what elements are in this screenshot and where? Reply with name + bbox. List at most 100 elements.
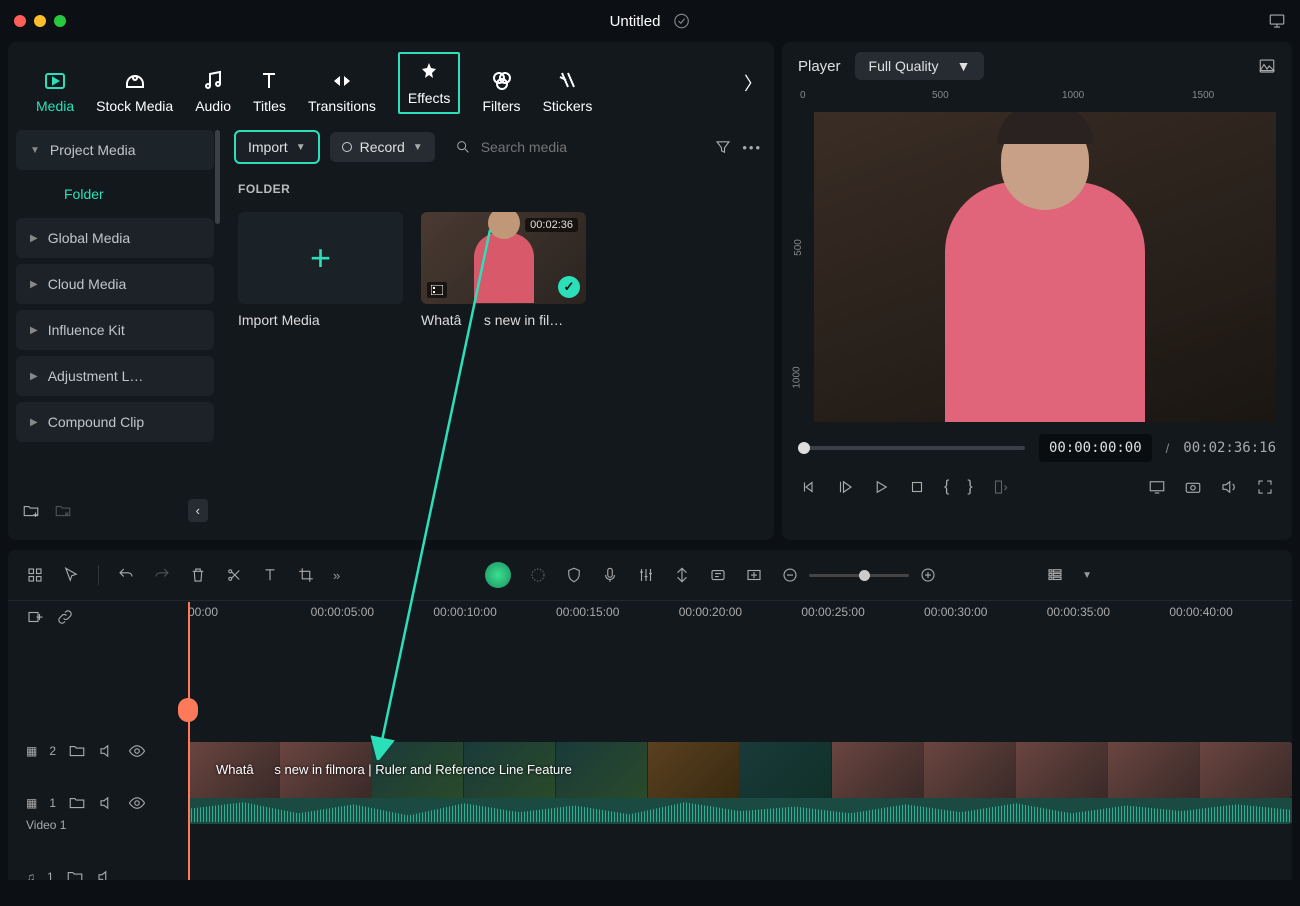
volume-icon[interactable] — [98, 742, 116, 760]
redo-icon[interactable] — [153, 566, 171, 584]
text-icon[interactable] — [261, 566, 279, 584]
tab-transitions[interactable]: Transitions — [308, 68, 376, 114]
mark-in-icon[interactable]: { — [944, 478, 949, 496]
maximize-window-button[interactable] — [54, 15, 66, 27]
quality-select[interactable]: Full Quality▼ — [855, 52, 985, 80]
tab-media[interactable]: Media — [36, 68, 74, 114]
record-icon — [342, 142, 352, 152]
mark-out-icon[interactable]: } — [967, 478, 972, 496]
audio-mixer-icon[interactable] — [637, 566, 655, 584]
minimize-window-button[interactable] — [34, 15, 46, 27]
seek-bar[interactable] — [798, 446, 1025, 450]
new-folder-icon[interactable] — [22, 502, 40, 520]
volume-icon[interactable] — [96, 868, 114, 880]
fit-icon[interactable] — [745, 566, 763, 584]
search-input[interactable] — [481, 139, 695, 155]
timeline-panel: » ▼ 00:00 00:00:05:00 00:00:10:00 00:00:… — [8, 550, 1292, 880]
media-clip-card[interactable]: 00:02:36 ✓ Whatâs new in fil… — [421, 212, 586, 330]
zoom-slider[interactable] — [809, 574, 909, 577]
sidebar-scrollbar[interactable] — [215, 130, 220, 224]
chevron-down-icon[interactable]: ▼ — [1082, 570, 1092, 581]
play-icon[interactable] — [872, 478, 890, 496]
playhead[interactable] — [188, 602, 190, 880]
camera-icon[interactable] — [1184, 478, 1202, 496]
speed-icon[interactable] — [529, 566, 547, 584]
sidebar-item-project-media[interactable]: ▼Project Media — [16, 130, 214, 170]
display-settings-icon[interactable] — [1268, 12, 1286, 30]
chevron-down-icon: ▼ — [30, 145, 40, 156]
cursor-icon[interactable] — [62, 566, 80, 584]
visibility-icon[interactable] — [128, 794, 146, 812]
filters-icon — [489, 68, 515, 94]
sidebar-item-compound-clip[interactable]: ▶Compound Clip — [16, 402, 214, 442]
timeline-ruler[interactable]: 00:00 00:00:05:00 00:00:10:00 00:00:15:0… — [8, 600, 1292, 640]
render-icon[interactable] — [709, 566, 727, 584]
filter-icon[interactable] — [714, 138, 732, 156]
folder-icon[interactable] — [66, 868, 84, 880]
tab-effects[interactable]: Effects — [398, 52, 461, 114]
more-tools-icon[interactable]: » — [333, 568, 340, 583]
marker-add-icon[interactable] — [673, 566, 691, 584]
folder-icon[interactable] — [68, 742, 86, 760]
snapshot-icon[interactable] — [1258, 57, 1276, 75]
tab-audio[interactable]: Audio — [195, 68, 231, 114]
marker-dropdown-icon[interactable] — [991, 478, 1009, 496]
tab-stickers[interactable]: Stickers — [543, 68, 593, 114]
thumbnail-preview — [474, 233, 534, 303]
ai-assistant-icon[interactable] — [485, 562, 511, 588]
volume-icon[interactable] — [1220, 478, 1238, 496]
close-window-button[interactable] — [14, 15, 26, 27]
prev-frame-icon[interactable] — [800, 478, 818, 496]
video-clip[interactable]: Whatâs new in filmora | Ruler and Refe… — [188, 742, 1292, 798]
seek-handle[interactable] — [798, 442, 810, 454]
track-type-icon: ▦ — [26, 744, 37, 758]
collapse-sidebar-button[interactable]: ‹ — [188, 499, 208, 522]
search-media[interactable] — [445, 131, 705, 163]
vertical-ruler-mark: 1000 — [792, 366, 803, 388]
tab-stock-media[interactable]: Stock Media — [96, 68, 173, 114]
video-preview[interactable] — [814, 112, 1276, 422]
delete-icon[interactable] — [189, 566, 207, 584]
delete-folder-icon[interactable] — [54, 502, 72, 520]
sidebar-item-influence-kit[interactable]: ▶Influence Kit — [16, 310, 214, 350]
undo-icon[interactable] — [117, 566, 135, 584]
sidebar-item-adjustment-layer[interactable]: ▶Adjustment L… — [16, 356, 214, 396]
chevron-down-icon: ▼ — [413, 142, 423, 153]
tabs-more-button[interactable]: 〉 — [744, 70, 762, 96]
stop-icon[interactable] — [908, 478, 926, 496]
folder-icon[interactable] — [68, 794, 86, 812]
timeline-tracks[interactable]: Whatâs new in filmora | Ruler and Refe… — [188, 650, 1292, 824]
more-options-button[interactable]: ••• — [742, 140, 762, 155]
plus-icon: + — [310, 237, 331, 279]
zoom-in-icon[interactable] — [919, 566, 937, 584]
split-icon[interactable] — [225, 566, 243, 584]
fullscreen-icon[interactable] — [1256, 478, 1274, 496]
crop-icon[interactable] — [297, 566, 315, 584]
import-media-card[interactable]: + Import Media — [238, 212, 403, 330]
visibility-icon[interactable] — [128, 742, 146, 760]
stickers-icon — [554, 68, 580, 94]
audio-waveform[interactable] — [188, 798, 1292, 824]
chevron-right-icon: ▶ — [30, 417, 38, 428]
mic-icon[interactable] — [601, 566, 619, 584]
volume-icon[interactable] — [98, 794, 116, 812]
tab-titles[interactable]: Titles — [253, 68, 286, 114]
track-header-video1: ▦1 Video 1 — [26, 794, 176, 832]
zoom-out-icon[interactable] — [781, 566, 799, 584]
sidebar-item-folder[interactable]: Folder — [16, 176, 214, 212]
transitions-icon — [329, 68, 355, 94]
chevron-right-icon: ▶ — [30, 325, 38, 336]
tab-filters[interactable]: Filters — [482, 68, 520, 114]
record-button[interactable]: Record▼ — [330, 132, 435, 162]
sidebar-item-cloud-media[interactable]: ▶Cloud Media — [16, 264, 214, 304]
chevron-right-icon: ▶ — [30, 233, 38, 244]
sidebar-item-global-media[interactable]: ▶Global Media — [16, 218, 214, 258]
import-button[interactable]: Import▼ — [234, 130, 320, 164]
track-view-icon[interactable] — [1046, 566, 1064, 584]
display-mode-icon[interactable] — [1148, 478, 1166, 496]
music-note-icon: ♫ — [26, 870, 35, 880]
zoom-handle[interactable] — [859, 570, 870, 581]
layout-icon[interactable] — [26, 566, 44, 584]
shield-icon[interactable] — [565, 566, 583, 584]
play-forward-icon[interactable] — [836, 478, 854, 496]
